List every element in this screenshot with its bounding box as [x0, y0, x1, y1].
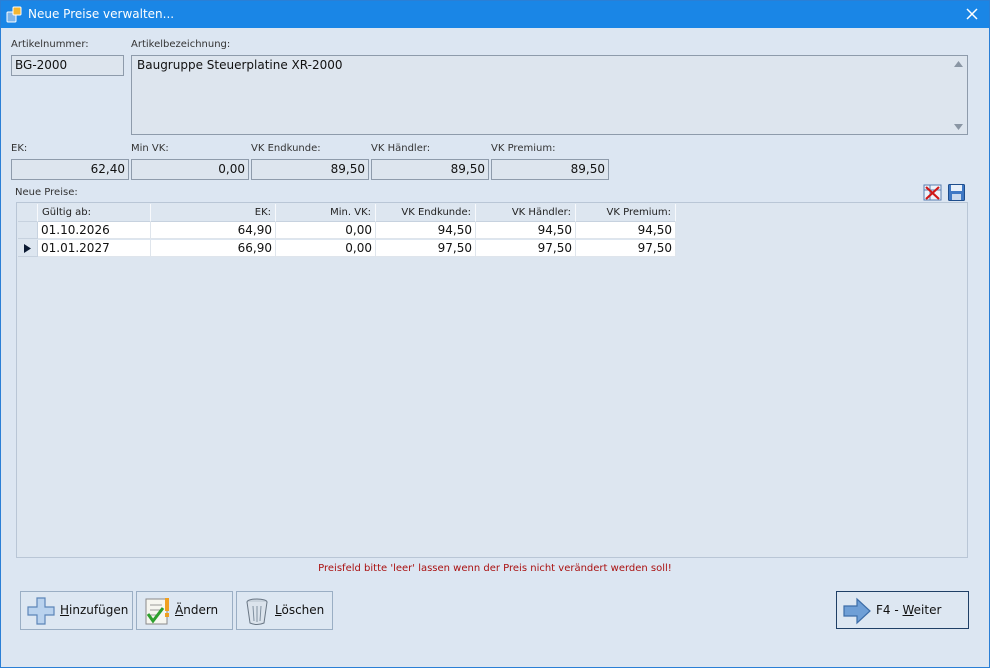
edit-label: ndern	[183, 603, 219, 617]
price-label-vk-haendler: VK Händler:	[371, 143, 431, 154]
next-mnemonic: W	[902, 603, 914, 617]
col-header-vk-haendler[interactable]: VK Händler:	[476, 204, 576, 222]
row-selector[interactable]	[18, 240, 38, 257]
table-cell[interactable]: 0,00	[276, 240, 376, 257]
table-cell[interactable]: 0,00	[276, 222, 376, 239]
table-cell[interactable]: 64,90	[151, 222, 276, 239]
edit-button[interactable]: Ändern	[136, 591, 233, 630]
current-row-icon	[24, 244, 31, 253]
delete-grid-icon[interactable]	[923, 183, 942, 202]
col-header-min-vk[interactable]: Min. VK:	[276, 204, 376, 222]
article-description-field[interactable]: Baugruppe Steuerplatine XR-2000	[131, 55, 968, 135]
price-label-min-vk: Min VK:	[131, 143, 169, 154]
price-field-min-vk[interactable]: 0,00	[131, 159, 249, 180]
save-disk-icon[interactable]	[947, 183, 966, 202]
table-cell[interactable]: 97,50	[376, 240, 476, 257]
col-header-vk-premium[interactable]: VK Premium:	[576, 204, 676, 222]
article-description-label: Artikelbezeichnung:	[131, 39, 231, 50]
scroll-down-icon	[954, 124, 963, 130]
col-header-ek[interactable]: EK:	[151, 204, 276, 222]
delete-button[interactable]: Löschen	[236, 591, 333, 630]
add-button[interactable]: Hinzufügen	[20, 591, 133, 630]
next-prefix: F4 -	[876, 603, 903, 617]
price-field-vk-premium[interactable]: 89,50	[491, 159, 609, 180]
description-scrollbar[interactable]	[951, 57, 966, 135]
col-header-gueltig-ab[interactable]: Gültig ab:	[38, 204, 151, 222]
price-label-vk-endkunde: VK Endkunde:	[251, 143, 321, 154]
price-field-ek[interactable]: 62,40	[11, 159, 129, 180]
hint-text: Preisfeld bitte 'leer' lassen wenn der P…	[318, 563, 672, 574]
checklist-icon	[145, 598, 169, 625]
table-cell[interactable]: 01.01.2027	[38, 240, 151, 257]
grid-corner	[18, 204, 38, 222]
table-cell[interactable]: 97,50	[576, 240, 676, 257]
price-label-ek: EK:	[11, 143, 28, 154]
new-prices-label: Neue Preise:	[15, 187, 78, 198]
col-header-vk-endkunde[interactable]: VK Endkunde:	[376, 204, 476, 222]
add-mnemonic: H	[60, 603, 70, 617]
table-cell[interactable]: 97,50	[476, 240, 576, 257]
table-cell[interactable]: 66,90	[151, 240, 276, 257]
arrow-right-icon	[843, 597, 871, 625]
table-cell[interactable]: 94,50	[376, 222, 476, 239]
table-cell[interactable]: 94,50	[476, 222, 576, 239]
app-icon	[6, 6, 22, 23]
article-number-field[interactable]: BG-2000	[11, 55, 124, 76]
next-button[interactable]: F4 - Weiter	[836, 591, 969, 629]
table-cell[interactable]: 94,50	[576, 222, 676, 239]
price-label-vk-premium: VK Premium:	[491, 143, 556, 154]
edit-mnemonic: Ä	[175, 603, 184, 617]
plus-icon	[27, 597, 55, 625]
new-prices-grid[interactable]: Gültig ab: EK: Min. VK: VK Endkunde: VK …	[16, 202, 968, 558]
article-number-label: Artikelnummer:	[11, 39, 89, 50]
trash-icon	[246, 598, 268, 625]
window-title: Neue Preise verwalten...	[28, 7, 175, 21]
scroll-up-icon	[954, 61, 963, 67]
title-bar[interactable]: Neue Preise verwalten...	[1, 1, 989, 28]
next-label: eiter	[913, 603, 942, 617]
delete-label: öschen	[281, 603, 325, 617]
add-label: inzufügen	[69, 603, 129, 617]
price-field-vk-haendler[interactable]: 89,50	[371, 159, 489, 180]
article-description-text: Baugruppe Steuerplatine XR-2000	[137, 58, 343, 72]
row-selector[interactable]	[18, 222, 38, 239]
table-cell[interactable]: 01.10.2026	[38, 222, 151, 239]
dialog-window: Neue Preise verwalten... Artikelnummer: …	[0, 0, 990, 668]
price-field-vk-endkunde[interactable]: 89,50	[251, 159, 369, 180]
close-icon[interactable]	[961, 4, 983, 24]
